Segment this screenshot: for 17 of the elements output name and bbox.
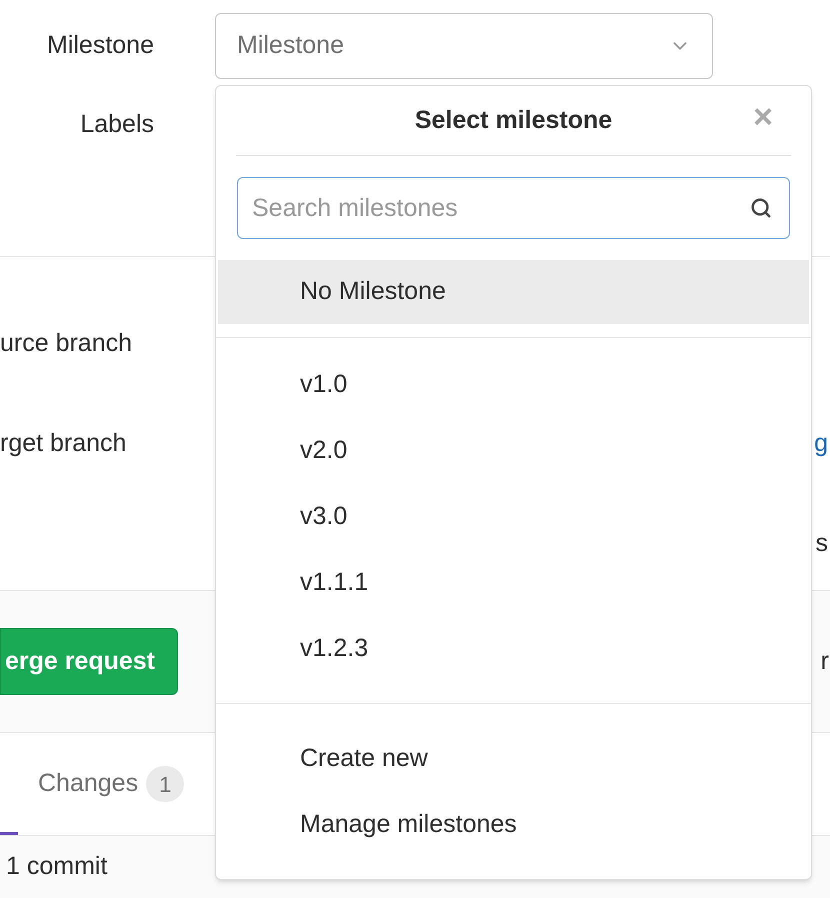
menu-link[interactable]: Create new xyxy=(216,726,811,792)
field-label: rget branch xyxy=(0,428,126,459)
field-label: urce branch xyxy=(0,328,132,359)
field-label: Labels xyxy=(80,109,154,140)
commit-count: 1 commit xyxy=(6,851,108,882)
cut-text: s xyxy=(816,528,828,559)
menu-link[interactable]: Manage milestones xyxy=(216,792,811,858)
milestone-option[interactable]: No Milestone xyxy=(218,260,809,324)
milestone-select[interactable]: Milestone xyxy=(215,13,713,79)
search-icon xyxy=(750,197,772,219)
search-field[interactable]: Search milestones xyxy=(237,177,790,239)
field-label: Milestone xyxy=(47,30,154,62)
cut-text: r xyxy=(820,646,829,677)
branch-link[interactable]: g xyxy=(814,425,828,462)
changes-tab[interactable]: Changes 1 xyxy=(38,765,184,803)
dropdown-title: Select milestone xyxy=(414,104,612,136)
count-badge: 1 xyxy=(146,766,184,802)
